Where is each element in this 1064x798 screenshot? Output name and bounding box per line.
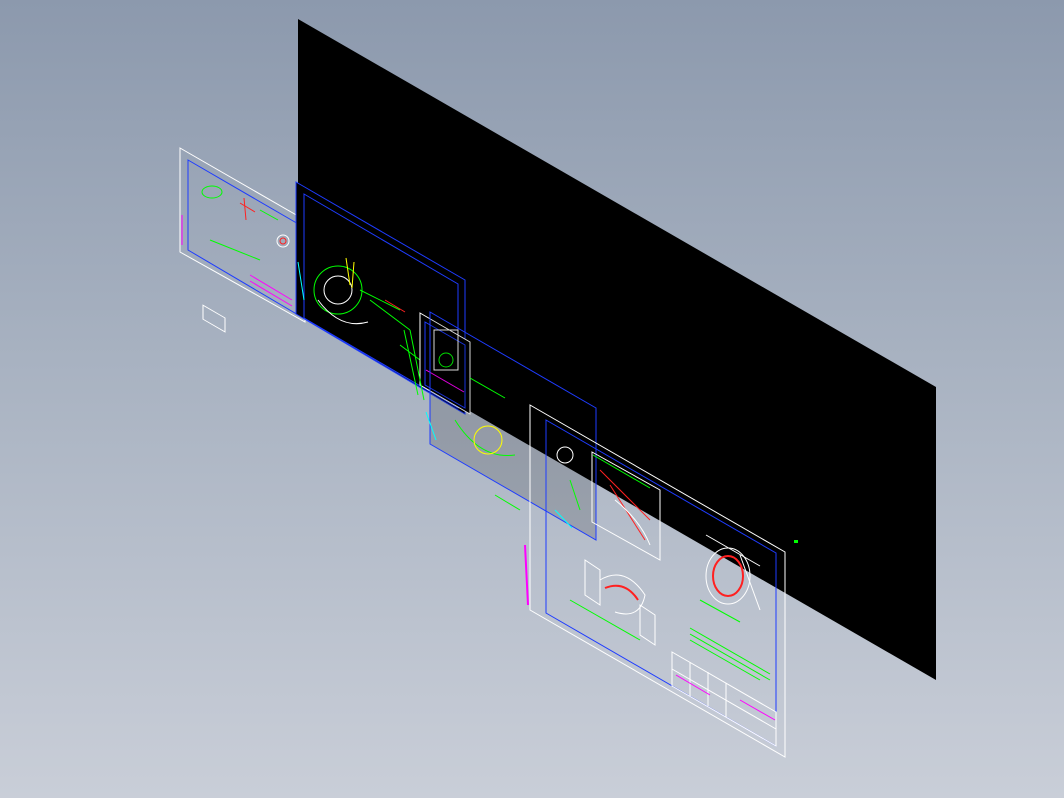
drawing-canvas (179, 19, 936, 758)
sheet-5-title-block (671, 651, 777, 747)
cad-3d-viewport[interactable] (0, 0, 1064, 798)
sheet-5-main-view (569, 559, 656, 646)
drawing-sheet-1[interactable] (179, 147, 306, 333)
sheet-1-part-view (181, 185, 305, 333)
view-marker (794, 540, 798, 543)
